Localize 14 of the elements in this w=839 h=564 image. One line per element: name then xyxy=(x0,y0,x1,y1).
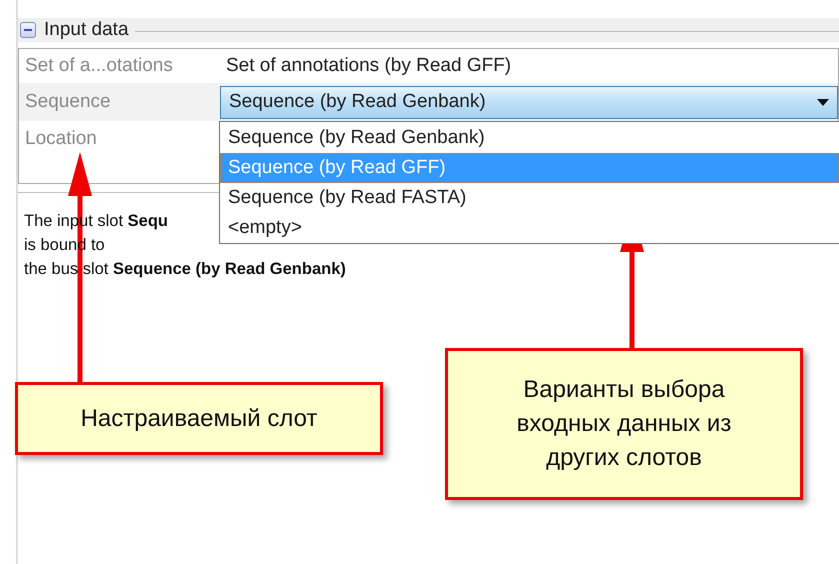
dropdown-option[interactable]: Sequence (by Read FASTA) xyxy=(220,183,839,213)
dropdown-field[interactable]: Sequence (by Read Genbank) xyxy=(220,86,838,118)
property-label: Location xyxy=(24,128,98,150)
callout: Варианты выбора входных данных из других слотов xyxy=(445,348,803,500)
description-text: the bus slot Sequence (by Read Genbank) xyxy=(24,259,346,280)
group-title: Input data xyxy=(44,19,129,41)
property-label: Set of a...otations xyxy=(24,55,174,77)
callout: Настраиваемый слот xyxy=(15,382,383,455)
dropdown-option[interactable]: Sequence (by Read Genbank) xyxy=(220,123,839,153)
property-label: Sequence xyxy=(24,91,112,113)
property-value: Set of annotations (by Read GFF) xyxy=(225,55,512,77)
collapse-icon[interactable] xyxy=(20,22,36,38)
caret-icon xyxy=(817,98,829,106)
dropdown-option[interactable]: <empty> xyxy=(220,213,839,243)
